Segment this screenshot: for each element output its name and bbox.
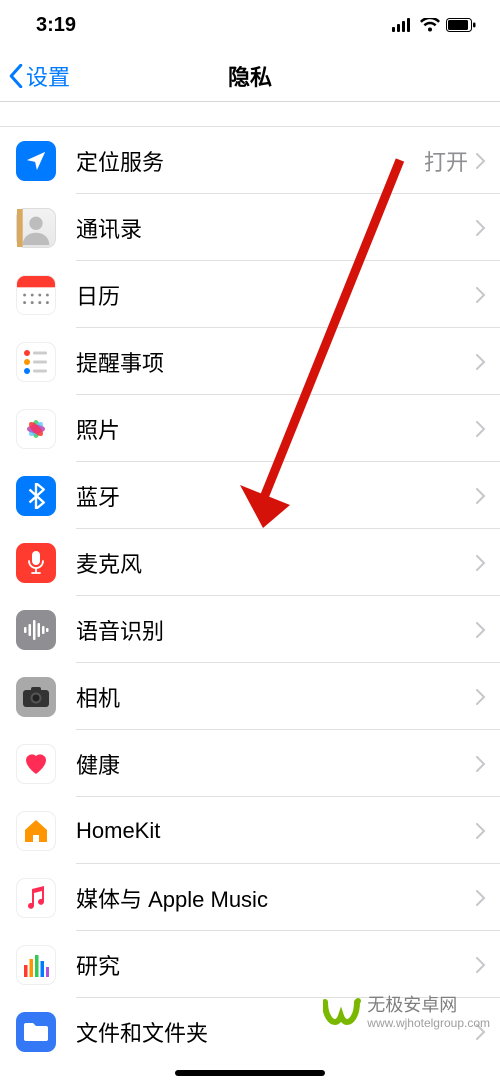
- row-label: 媒体与 Apple Music: [76, 882, 476, 914]
- row-label: 通讯录: [76, 212, 476, 244]
- chevron-right-icon: [476, 890, 486, 906]
- row-label: 蓝牙: [76, 480, 476, 512]
- research-icon: [16, 945, 56, 985]
- chevron-right-icon: [476, 488, 486, 504]
- home-icon: [16, 811, 56, 851]
- health-icon: [16, 744, 56, 784]
- row-speech-recognition[interactable]: 语音识别: [0, 596, 500, 663]
- row-label: 相机: [76, 681, 476, 713]
- nav-title: 隐私: [228, 60, 272, 92]
- calendar-icon: [16, 275, 56, 315]
- chevron-right-icon: [476, 153, 486, 169]
- row-media-apple-music[interactable]: 媒体与 Apple Music: [0, 864, 500, 931]
- signal-icon: [392, 18, 414, 32]
- row-reminders[interactable]: 提醒事项: [0, 328, 500, 395]
- row-photos[interactable]: 照片: [0, 395, 500, 462]
- chevron-right-icon: [476, 756, 486, 772]
- speech-icon: [16, 610, 56, 650]
- chevron-right-icon: [476, 689, 486, 705]
- row-label: 语音识别: [76, 614, 476, 646]
- chevron-right-icon: [476, 823, 486, 839]
- row-calendar[interactable]: 日历: [0, 261, 500, 328]
- nav-bar: 设置 隐私: [0, 50, 500, 102]
- row-health[interactable]: 健康: [0, 730, 500, 797]
- chevron-left-icon: [8, 64, 24, 88]
- wifi-icon: [420, 18, 440, 32]
- chevron-right-icon: [476, 287, 486, 303]
- row-label: 健康: [76, 748, 476, 780]
- row-contacts[interactable]: 通讯录: [0, 194, 500, 261]
- row-label: 照片: [76, 413, 476, 445]
- nav-back-button[interactable]: 设置: [8, 60, 70, 92]
- contacts-icon: [16, 208, 56, 248]
- row-value: 打开: [424, 145, 468, 177]
- camera-icon: [16, 677, 56, 717]
- watermark-url: www.wjhotelgroup.com: [367, 1016, 490, 1030]
- chevron-right-icon: [476, 220, 486, 236]
- chevron-right-icon: [476, 354, 486, 370]
- row-label: 提醒事项: [76, 346, 476, 378]
- bluetooth-icon: [16, 476, 56, 516]
- row-label: 定位服务: [76, 145, 424, 177]
- status-bar: 3:19: [0, 0, 500, 50]
- row-label: 日历: [76, 279, 476, 311]
- row-location-services[interactable]: 定位服务 打开: [0, 127, 500, 194]
- location-icon: [16, 141, 56, 181]
- row-homekit[interactable]: HomeKit: [0, 797, 500, 864]
- reminders-icon: [16, 342, 56, 382]
- home-indicator: [175, 1070, 325, 1076]
- microphone-icon: [16, 543, 56, 583]
- row-research[interactable]: 研究: [0, 931, 500, 998]
- row-label: 麦克风: [76, 547, 476, 579]
- row-bluetooth[interactable]: 蓝牙: [0, 462, 500, 529]
- settings-list: 定位服务 打开 通讯录 日历 提醒事项 照片 蓝牙: [0, 126, 500, 1065]
- battery-icon: [446, 18, 476, 32]
- row-label: 研究: [76, 949, 476, 981]
- chevron-right-icon: [476, 622, 486, 638]
- chevron-right-icon: [476, 957, 486, 973]
- row-camera[interactable]: 相机: [0, 663, 500, 730]
- row-microphone[interactable]: 麦克风: [0, 529, 500, 596]
- watermark: 无极安卓网 www.wjhotelgroup.com: [323, 996, 490, 1030]
- watermark-logo-icon: [323, 996, 361, 1030]
- watermark-brand: 无极安卓网: [367, 996, 490, 1016]
- status-time: 3:19: [36, 14, 76, 37]
- status-indicators: [392, 18, 476, 32]
- chevron-right-icon: [476, 421, 486, 437]
- folder-icon: [16, 1012, 56, 1052]
- photos-icon: [16, 409, 56, 449]
- music-icon: [16, 878, 56, 918]
- chevron-right-icon: [476, 555, 486, 571]
- nav-back-label: 设置: [26, 60, 70, 92]
- row-label: HomeKit: [76, 818, 476, 844]
